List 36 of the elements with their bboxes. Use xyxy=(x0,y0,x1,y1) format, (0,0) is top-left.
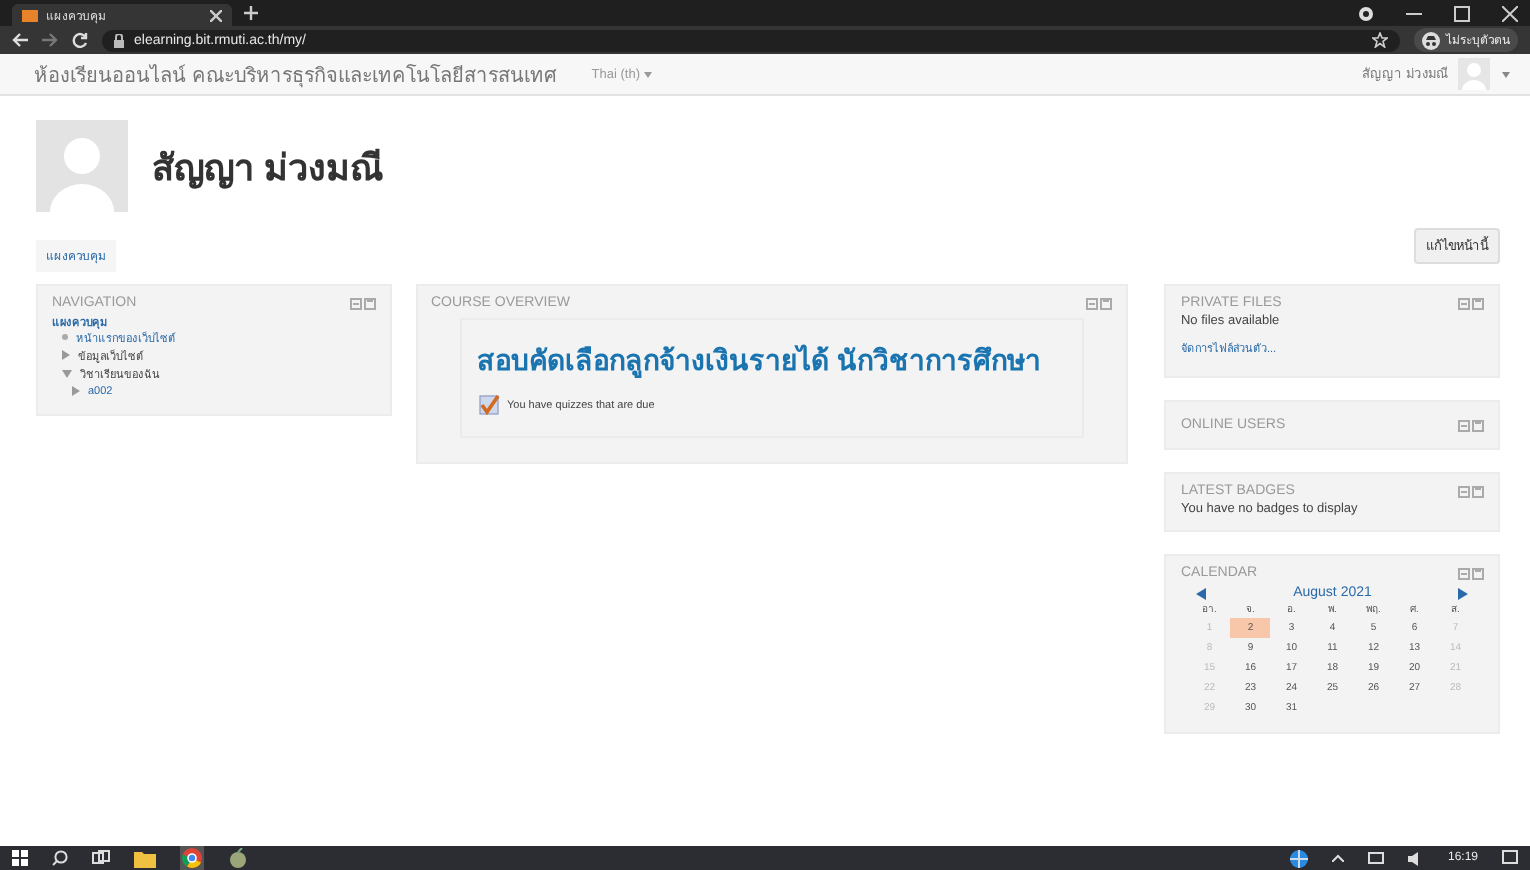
site-name-link[interactable]: ห้องเรียนออนไลน์ คณะบริหารธุรกิจและเทคโนโลยีสารสนเทศ xyxy=(34,59,556,89)
close-icon[interactable] xyxy=(210,9,222,21)
quiz-check-icon xyxy=(477,394,499,416)
incognito-icon xyxy=(1422,31,1440,49)
folder-icon[interactable] xyxy=(134,849,156,867)
windows-start-icon[interactable] xyxy=(12,850,28,866)
maximize-icon[interactable] xyxy=(1454,5,1470,21)
globe-icon[interactable] xyxy=(1289,849,1308,867)
course-name-link[interactable]: สอบคัดเลือกลูกจ้างเงินรายได้ นักวิชาการศึกษา xyxy=(477,338,1067,382)
caret-icon[interactable] xyxy=(1502,71,1510,77)
close-icon[interactable] xyxy=(1502,5,1518,21)
record-icon[interactable] xyxy=(1358,5,1374,21)
next-month-icon[interactable] xyxy=(1457,587,1468,599)
reload-icon[interactable] xyxy=(72,32,88,48)
chevron-up-icon[interactable] xyxy=(1331,854,1344,862)
avatar-icon xyxy=(36,120,128,212)
browser-icon[interactable] xyxy=(180,846,204,870)
task-view-icon[interactable] xyxy=(92,850,110,866)
favicon-icon xyxy=(22,9,38,21)
user-full-name: สัญญา ม่วงมณี xyxy=(152,145,385,193)
forward-icon[interactable] xyxy=(42,32,58,48)
bullet-icon xyxy=(62,334,68,340)
star-icon[interactable] xyxy=(1372,32,1388,48)
previous-month-icon[interactable] xyxy=(1196,587,1207,599)
notification-icon[interactable] xyxy=(1502,850,1518,866)
network-icon[interactable] xyxy=(1367,852,1384,864)
expanded-arrow-icon[interactable] xyxy=(62,369,72,377)
speaker-icon[interactable] xyxy=(1407,851,1424,865)
caret-icon xyxy=(643,71,652,77)
new-tab-icon[interactable] xyxy=(244,6,258,20)
collapsed-arrow-icon[interactable] xyxy=(62,350,70,360)
collapsed-arrow-icon[interactable] xyxy=(72,386,80,396)
search-icon[interactable] xyxy=(52,850,68,866)
leaf-app-icon[interactable] xyxy=(228,848,248,868)
lock-icon xyxy=(114,33,124,47)
back-icon[interactable] xyxy=(12,32,28,48)
